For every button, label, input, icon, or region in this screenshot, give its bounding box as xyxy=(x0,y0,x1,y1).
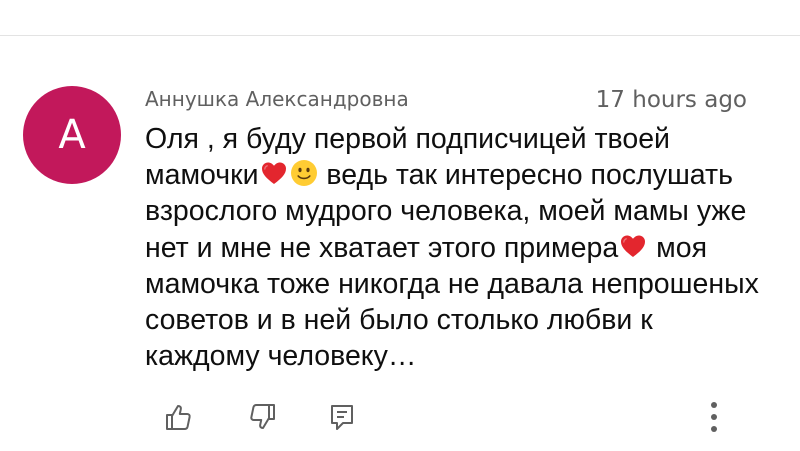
comment-line-text: взрослого мудрого человека, моей мамы уж… xyxy=(145,195,747,228)
comment-line: мамочки ведь так интересно послушать xyxy=(145,157,775,193)
thumbs-down-icon xyxy=(250,404,275,429)
comment-line-text: Оля , я буду первой подписчицей твоей xyxy=(145,123,670,155)
comment-author[interactable]: Аннушка Александровна xyxy=(145,87,409,111)
more-vert-icon xyxy=(711,402,717,432)
comment-line: каждому человеку… xyxy=(145,338,775,374)
avatar[interactable]: A xyxy=(23,86,121,184)
avatar-letter: A xyxy=(58,112,86,158)
red-heart-emoji-icon xyxy=(618,231,648,261)
comment-line: нет и мне не хватает этого примера моя xyxy=(145,230,775,266)
comment-line-text: советов и в ней было столько любви к xyxy=(145,304,653,337)
comment-screen: A Аннушка Александровна 17 hours ago Оля… xyxy=(0,0,800,451)
comment-line: взрослого мудрого человека, моей мамы уж… xyxy=(145,193,775,229)
comment-line-text-after: моя xyxy=(648,231,707,264)
comment-line-text: мамочка тоже никогда не давала непрошены… xyxy=(145,267,759,300)
comment-line-text: каждому человеку… xyxy=(145,340,417,373)
comment-line: мамочка тоже никогда не давала непрошены… xyxy=(145,266,775,302)
slightly-smiling-face-emoji-icon xyxy=(289,158,319,188)
reply-icon xyxy=(331,405,353,430)
comment-line-text: нет и мне не хватает этого примера xyxy=(145,231,619,264)
dislike-button[interactable] xyxy=(248,402,278,432)
comment-line: советов и в ней было столько любви к xyxy=(145,302,775,338)
more-options-button[interactable] xyxy=(700,398,728,436)
comment-timestamp: 17 hours ago xyxy=(595,87,747,113)
comment-text: Оля , я буду первой подписчицей твоей мам… xyxy=(145,121,775,374)
comment-line-text: мамочки xyxy=(145,159,259,192)
thumbs-up-icon xyxy=(166,405,191,430)
like-button[interactable] xyxy=(163,402,193,432)
comment-line: Оля , я буду первой подписчицей твоей xyxy=(145,121,775,157)
comment-item: A Аннушка Александровна 17 hours ago Оля… xyxy=(0,36,800,451)
red-heart-emoji-icon xyxy=(259,158,289,188)
reply-button[interactable] xyxy=(327,402,357,432)
comment-line-text-after: ведь так интересно послушать xyxy=(318,159,733,192)
